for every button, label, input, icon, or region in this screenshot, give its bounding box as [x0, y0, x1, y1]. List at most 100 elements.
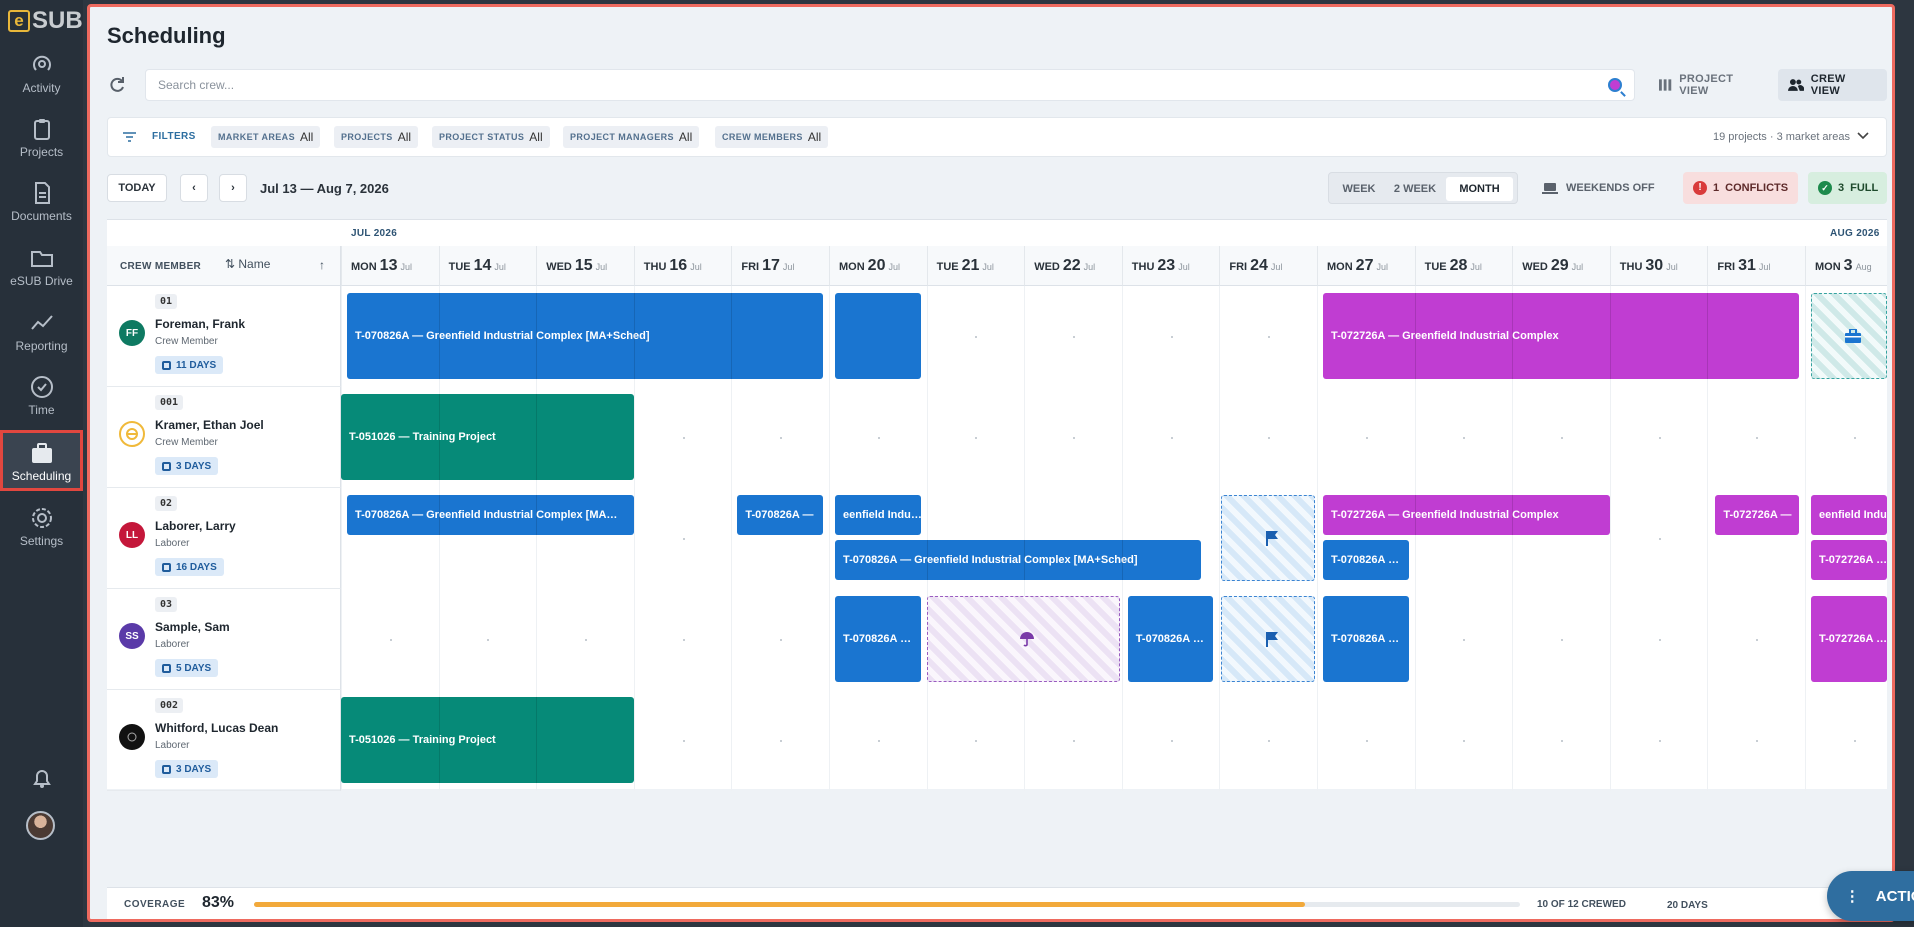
sidebar-item-time[interactable]: Time [0, 374, 83, 419]
month-row: JUL 2026 AUG 2026 [341, 220, 1887, 246]
crew-name[interactable]: Foreman, Frank [155, 317, 245, 331]
assignment-bar[interactable]: T-051026 — Training Project [341, 394, 634, 480]
time-off-block[interactable] [1221, 495, 1315, 581]
assignment-bar[interactable]: eenfield Indu… [1811, 495, 1887, 535]
assignment-bar[interactable] [835, 293, 921, 379]
chip-name: MARKET AREAS [218, 132, 295, 142]
day-header: THU 16 Jul [633, 246, 732, 286]
next-button[interactable]: › [219, 174, 247, 202]
sidebar-item-reporting[interactable]: Reporting [0, 310, 83, 355]
assignment-bar[interactable]: T-051026 — Training Project [341, 697, 634, 783]
mode-month[interactable]: MONTH [1446, 177, 1513, 201]
filter-chip-crew-members[interactable]: CREW MEMBERS All [715, 126, 829, 148]
day-month: Jul [1470, 262, 1482, 272]
days-count: 11 DAYS [176, 359, 217, 371]
crew-name[interactable]: Kramer, Ethan Joel [155, 418, 264, 432]
crew-view-label: CREW VIEW [1810, 73, 1846, 97]
crew-name[interactable]: Whitford, Lucas Dean [155, 721, 278, 735]
assignment-bar[interactable]: T-070826A — Greenfield Industrial Comple… [835, 540, 1202, 580]
sidebar-item-projects[interactable]: Projects [0, 116, 83, 161]
chevron-down-icon[interactable] [1857, 132, 1869, 140]
filter-chip-projects[interactable]: PROJECTS All [334, 126, 419, 148]
weekends-toggle[interactable]: WEEKENDS OFF [1532, 172, 1665, 204]
sort-asc-icon[interactable]: ↑ [319, 258, 325, 272]
crew-name[interactable]: Sample, Sam [155, 620, 230, 634]
assignment-bar[interactable]: T-070826A … [1323, 596, 1409, 682]
day-dow: MON [351, 261, 377, 273]
schedule-grid: JUL 2026 AUG 2026 CREW MEMBER ⇅ Name ↑ M… [107, 219, 1887, 791]
actions-button[interactable]: ⋮ ACTIONS [1827, 871, 1914, 921]
days-badge: 3 DAYS [155, 457, 219, 475]
full-badge[interactable]: ✓ 3 FULL [1808, 172, 1887, 204]
assignment-bar[interactable]: T-070826A … [1127, 596, 1214, 682]
crew-name[interactable]: Laborer, Larry [155, 519, 236, 533]
refresh-icon[interactable] [107, 75, 127, 95]
prev-button[interactable]: ‹ [180, 174, 208, 202]
column-line [829, 286, 830, 791]
assignment-bar[interactable]: T-070826A — [737, 495, 823, 535]
assignment-bar[interactable]: eenfield Indu… [835, 495, 921, 535]
crew-column-header: CREW MEMBER ⇅ Name ↑ [107, 246, 341, 286]
conflicts-badge[interactable]: ! 1 CONFLICTS [1683, 172, 1798, 204]
bar-day-divider [731, 293, 733, 379]
today-button[interactable]: TODAY [107, 174, 167, 202]
day-month: Jul [1666, 262, 1678, 272]
assignment-bar[interactable]: T-070826A … [1323, 540, 1409, 580]
sidebar-item-label: Scheduling [11, 469, 72, 483]
esub-logo[interactable]: e SUB [8, 7, 83, 34]
bar-day-divider [1121, 540, 1123, 580]
sidebar-item-esub-drive[interactable]: eSUB Drive [0, 245, 83, 290]
assignment-bar[interactable]: T-072726A — [1715, 495, 1799, 535]
user-avatar[interactable] [26, 811, 55, 840]
crew-row[interactable]: 01 FF Foreman, Frank Crew Member 11 DAYS [107, 286, 341, 387]
chip-value: All [397, 130, 412, 144]
sidebar-item-documents[interactable]: Documents [0, 180, 83, 225]
empty-cell-marker [780, 740, 783, 742]
empty-cell-marker [1073, 740, 1075, 742]
sort-name-button[interactable]: ⇅ Name [225, 257, 270, 271]
vacation-block[interactable] [926, 596, 1120, 682]
sidebar-item-label: Settings [19, 534, 64, 548]
crew-row[interactable]: 03 SS Sample, Sam Laborer 5 DAYS [107, 589, 341, 690]
mode-week[interactable]: WEEK [1333, 177, 1385, 201]
chip-name: PROJECT MANAGERS [570, 132, 674, 142]
availability-block[interactable] [1811, 293, 1887, 379]
coverage-bar: COVERAGE 83% 10 OF 12 CREWED 20 DAYS [107, 887, 1887, 919]
days-count: 16 DAYS [176, 561, 217, 573]
project-view-button[interactable]: PROJECT VIEW [1649, 69, 1771, 101]
time-off-block[interactable] [1221, 596, 1315, 682]
assignment-bar[interactable]: T-072726A … [1811, 596, 1887, 682]
notifications-button[interactable] [0, 765, 83, 793]
assignment-bar[interactable]: T-072726A … [1811, 540, 1887, 580]
sidebar-item-activity[interactable]: Activity [0, 52, 83, 97]
crew-view-button[interactable]: CREW VIEW [1778, 69, 1887, 101]
assignment-bar[interactable]: T-070826A … [835, 596, 921, 682]
avatar: SS [119, 623, 145, 649]
mode-2-week[interactable]: 2 WEEK [1387, 177, 1443, 201]
column-line [1219, 286, 1221, 791]
search-icon[interactable] [1608, 78, 1622, 92]
day-number: 29 [1550, 257, 1569, 274]
bar-day-divider [1707, 293, 1709, 379]
filter-chip-market-areas[interactable]: MARKET AREAS All [211, 126, 321, 148]
conflicts-count: 1 [1713, 182, 1720, 194]
filter-chip-project-status[interactable]: PROJECT STATUS All [432, 126, 550, 148]
logo-mark: e [8, 10, 30, 32]
crew-row[interactable]: 001 Kramer, Ethan Joel Crew Member 3 DAY… [107, 387, 341, 488]
filter-chip-project-managers[interactable]: PROJECT MANAGERS All [563, 126, 700, 148]
crew-role: Laborer [155, 740, 190, 751]
sidebar-item-settings[interactable]: Settings [0, 505, 83, 550]
assignment-bar[interactable]: T-072726A — Greenfield Industrial Comple… [1323, 495, 1610, 535]
flag-icon [1266, 531, 1279, 546]
sidebar-item-scheduling[interactable]: Scheduling [0, 430, 83, 491]
search-input[interactable]: Search crew... [145, 69, 1635, 101]
coverage-label: COVERAGE [124, 899, 186, 910]
crew-row[interactable]: 002 Whitford, Lucas Dean Laborer 3 DAYS [107, 690, 341, 791]
assignment-bar[interactable]: T-070826A — Greenfield Industrial Comple… [347, 495, 634, 535]
assignment-bar[interactable]: T-070826A — Greenfield Industrial Comple… [347, 293, 823, 379]
crew-row[interactable]: 02 LL Laborer, Larry Laborer 16 DAYS [107, 488, 341, 589]
chip-value: All [299, 130, 314, 144]
crew-code: 001 [155, 395, 184, 410]
filter-bar: FILTERS MARKET AREAS All PROJECTS All PROJ… [107, 117, 1887, 157]
assignment-bar[interactable]: T-072726A — Greenfield Industrial Comple… [1323, 293, 1799, 379]
